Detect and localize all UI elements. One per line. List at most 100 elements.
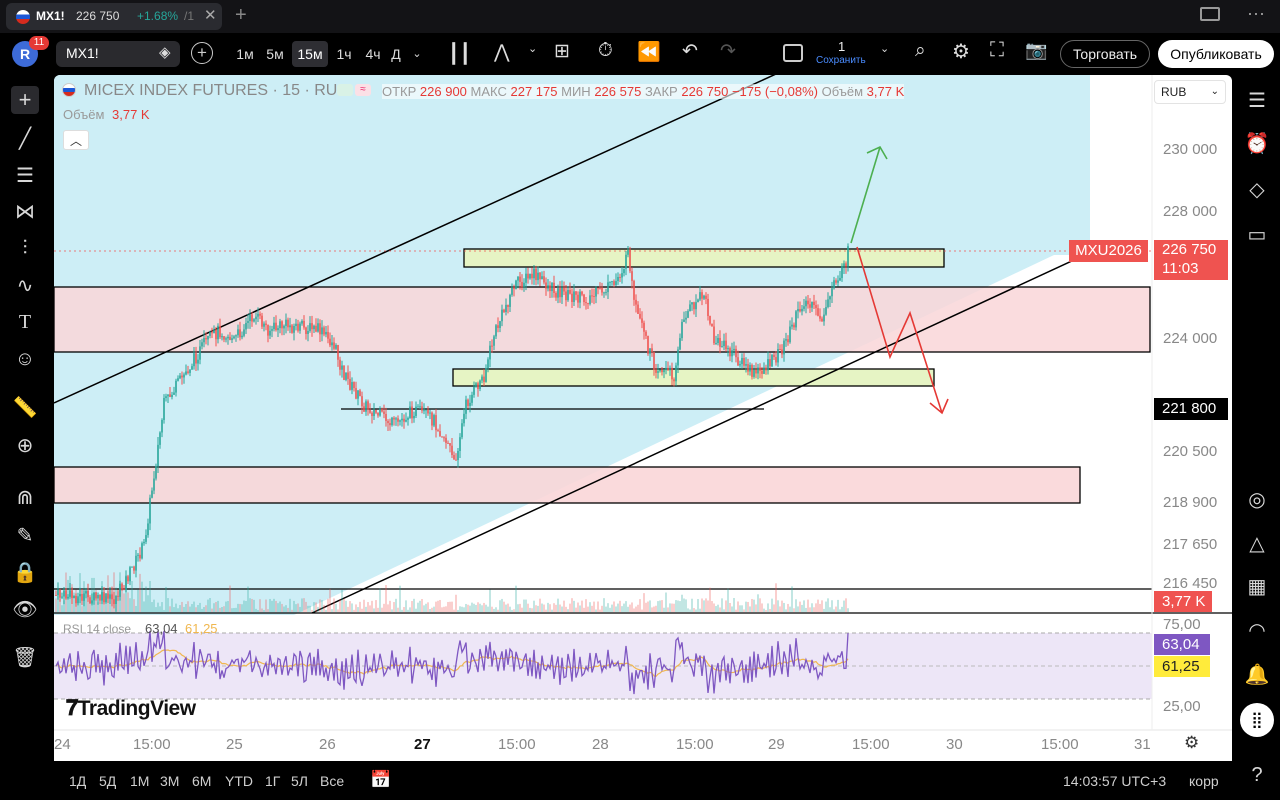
- range-6m[interactable]: 6М: [192, 773, 211, 789]
- volume-bar: [245, 600, 247, 612]
- undo-icon[interactable]: ↶: [682, 40, 698, 63]
- range-1m[interactable]: 1М: [130, 773, 149, 789]
- collapse-legend-button[interactable]: ︿: [63, 130, 89, 150]
- volume-bar: [255, 608, 257, 612]
- text-tool-icon[interactable]: T: [11, 308, 39, 336]
- watchlist-icon[interactable]: ☰: [1243, 86, 1271, 114]
- layout-grid-icon[interactable]: ⊞: [554, 40, 570, 63]
- goto-date-icon[interactable]: 📅: [370, 770, 391, 790]
- overflow-menu-icon[interactable]: ⋯: [1247, 4, 1265, 25]
- interval-1m[interactable]: 1м: [231, 41, 259, 67]
- chart-area[interactable]: MICEX INDEX FUTURES · 15 · RUS ≈ ОТКР 22…: [54, 75, 1232, 761]
- replay-icon[interactable]: ⏪: [637, 40, 661, 64]
- range-all[interactable]: Все: [320, 773, 344, 789]
- candle-body: [225, 338, 227, 340]
- close-tab-icon[interactable]: ✕: [204, 6, 217, 24]
- range-1y[interactable]: 1Г: [265, 773, 280, 789]
- volume-bar: [171, 598, 173, 612]
- chevron-down-icon[interactable]: ⌄: [880, 42, 889, 55]
- bell-icon[interactable]: 🔔: [1243, 660, 1271, 688]
- forecast-icon[interactable]: ⫶: [11, 234, 39, 262]
- interval-1h[interactable]: 1ч: [330, 41, 358, 67]
- pyramid-icon[interactable]: △: [1243, 529, 1271, 557]
- magnet-icon[interactable]: ⋒: [11, 483, 39, 511]
- apps-grid-icon[interactable]: ⣿: [1240, 703, 1274, 737]
- interval-5m[interactable]: 5м: [261, 41, 289, 67]
- volume-bar: [139, 573, 141, 612]
- candle-body: [259, 313, 261, 316]
- interval-4h[interactable]: 4ч: [359, 41, 387, 67]
- compare-add-icon[interactable]: +: [191, 42, 213, 64]
- chart-svg[interactable]: [54, 75, 1232, 761]
- zoom-in-icon[interactable]: ⊕: [11, 431, 39, 459]
- range-5y[interactable]: 5Л: [291, 773, 308, 789]
- candle-body: [645, 331, 647, 336]
- redo-icon[interactable]: ↷: [720, 40, 736, 63]
- volume-bar: [471, 602, 473, 612]
- new-tab-icon[interactable]: +: [235, 4, 247, 27]
- broadcast-icon[interactable]: ◠: [1243, 616, 1271, 644]
- clock[interactable]: 14:03:57 UTC+3: [1063, 773, 1166, 789]
- lock-icon[interactable]: 🔒: [11, 558, 39, 586]
- layers-icon[interactable]: ◇: [1243, 175, 1271, 203]
- fullscreen-icon[interactable]: ⛶: [990, 39, 1004, 62]
- chevron-down-icon[interactable]: ⌄: [528, 42, 537, 55]
- volume-bar: [743, 609, 745, 612]
- camera-icon[interactable]: 📷: [1025, 40, 1047, 61]
- range-5d[interactable]: 5Д: [99, 773, 116, 789]
- trend-line-icon[interactable]: ╱: [11, 124, 39, 152]
- quick-search-icon[interactable]: ⌕: [915, 40, 926, 62]
- candle-body: [837, 280, 839, 283]
- crosshair-icon[interactable]: +: [11, 86, 39, 114]
- help-icon[interactable]: ?: [1243, 761, 1271, 789]
- tab-ticker: MX1!: [36, 9, 65, 23]
- candles-icon[interactable]: ┃┃: [448, 43, 471, 66]
- interval-1d[interactable]: Д: [386, 41, 406, 67]
- lock-drawing-icon[interactable]: ✎: [11, 521, 39, 549]
- range-3m[interactable]: 3М: [160, 773, 179, 789]
- instrument-name[interactable]: MICEX INDEX FUTURES · 15 · RUS: [84, 82, 348, 100]
- save-button[interactable]: Сохранить: [816, 55, 866, 66]
- volume-bar: [397, 607, 399, 612]
- currency-select[interactable]: RUB ⌄: [1154, 80, 1226, 104]
- brush-icon[interactable]: ∿: [11, 271, 39, 299]
- volume-bar: [665, 592, 667, 612]
- chat-icon[interactable]: ▭: [1243, 220, 1271, 248]
- volume-bar: [649, 600, 651, 612]
- target-icon[interactable]: ◎: [1243, 485, 1271, 513]
- eye-icon[interactable]: 👁: [11, 595, 39, 623]
- candle-body: [809, 304, 811, 308]
- candle-body: [639, 313, 641, 319]
- emoji-icon[interactable]: ☺: [11, 345, 39, 373]
- adjust-toggle[interactable]: корр: [1189, 773, 1219, 789]
- interval-15m[interactable]: 15м: [292, 41, 328, 67]
- symbol-search[interactable]: MX1! ◈: [56, 41, 180, 67]
- fib-lines-icon[interactable]: ☰: [11, 161, 39, 189]
- candle-body: [561, 287, 563, 298]
- chart-tab[interactable]: MX1! 226 750 +1.68% /1 ✕: [6, 3, 222, 30]
- alerts-clock-icon[interactable]: ⏰: [1243, 129, 1271, 157]
- publish-button[interactable]: Опубликовать: [1158, 40, 1274, 68]
- trash-icon[interactable]: 🗑: [11, 643, 39, 671]
- pattern-icon[interactable]: ⋈: [11, 197, 39, 225]
- trade-button[interactable]: Торговать: [1060, 40, 1150, 68]
- volume-bar: [223, 606, 225, 612]
- candle-body: [841, 266, 843, 278]
- alert-clock-icon[interactable]: ⏱: [598, 40, 613, 62]
- range-1d[interactable]: 1Д: [69, 773, 86, 789]
- layout-square-icon[interactable]: [783, 44, 803, 62]
- range-ytd[interactable]: YTD: [225, 773, 253, 789]
- indicators-icon[interactable]: ⋀: [494, 41, 510, 64]
- volume-bar: [365, 606, 367, 612]
- ruler-icon[interactable]: 📏: [11, 393, 39, 421]
- calendar-icon[interactable]: ▦: [1243, 572, 1271, 600]
- candle-body: [535, 268, 537, 281]
- candle-body: [567, 289, 569, 301]
- candle-body: [649, 348, 651, 354]
- candle-body: [281, 321, 283, 329]
- axis-settings-gear-icon[interactable]: ⚙: [1184, 733, 1199, 753]
- candle-body: [447, 442, 449, 444]
- monitor-icon[interactable]: [1200, 7, 1220, 21]
- settings-gear-icon[interactable]: ⚙: [952, 39, 970, 64]
- chevron-down-icon[interactable]: ⌄: [410, 41, 424, 67]
